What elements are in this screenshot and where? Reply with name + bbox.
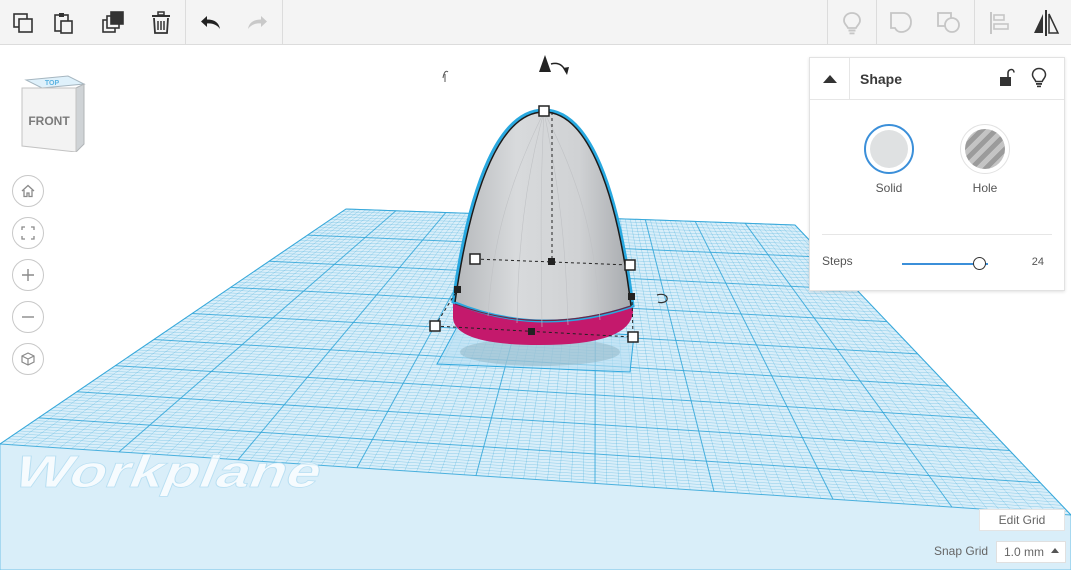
hide-shape-button[interactable] <box>1028 66 1050 90</box>
duplicate-button[interactable] <box>90 0 136 45</box>
trash-icon <box>152 10 170 34</box>
viewcube-top-label: TOP <box>45 80 60 87</box>
ungroup-button[interactable] <box>926 0 972 45</box>
mirror-icon <box>1034 9 1060 36</box>
zoom-out-icon <box>22 316 34 318</box>
undo-button[interactable] <box>188 0 234 45</box>
redo-button[interactable] <box>234 0 280 45</box>
collapse-panel-button[interactable] <box>810 58 850 99</box>
unlock-icon <box>1000 68 1015 86</box>
steps-label: Steps <box>822 254 853 268</box>
home-icon <box>21 184 35 198</box>
view-cube[interactable]: TOP FRONT <box>18 72 88 154</box>
group-button[interactable] <box>878 0 924 45</box>
lock-button[interactable] <box>996 66 1018 90</box>
inspector-divider <box>822 234 1052 235</box>
chevron-up-icon <box>822 74 837 83</box>
handle-bottom[interactable] <box>528 328 535 335</box>
handle-top[interactable] <box>538 105 550 117</box>
fit-view-icon <box>21 226 35 240</box>
toolbar-divider <box>827 0 828 45</box>
main-toolbar <box>0 0 1071 45</box>
mirror-button[interactable] <box>1023 0 1069 45</box>
handle-corner-left[interactable] <box>429 320 441 332</box>
snap-grid-label: Snap Grid <box>934 544 989 558</box>
solid-option[interactable]: Solid <box>857 124 921 204</box>
viewcube-right-face[interactable] <box>75 83 85 154</box>
delete-button[interactable] <box>138 0 184 45</box>
snap-grid-select[interactable]: 1.0 mm <box>996 541 1066 563</box>
zoom-out-button[interactable] <box>12 301 44 333</box>
handle-side-left[interactable] <box>454 286 461 293</box>
hole-label: Hole <box>972 181 998 195</box>
handle-side-right[interactable] <box>628 293 635 300</box>
note-bulb-icon <box>843 11 861 34</box>
hole-swatch[interactable] <box>960 124 1010 174</box>
solid-swatch[interactable] <box>864 124 914 174</box>
handle-center[interactable] <box>548 258 555 265</box>
redo-icon <box>248 15 267 29</box>
toolbar-divider <box>282 0 283 45</box>
group-icon <box>890 11 912 33</box>
notes-button[interactable] <box>829 0 875 45</box>
paste-icon <box>54 12 73 34</box>
solid-label: Solid <box>875 181 903 195</box>
align-button[interactable] <box>976 0 1022 45</box>
undo-icon <box>201 15 220 29</box>
copy-icon <box>13 12 33 33</box>
workplane-watermark: Workplane <box>6 447 332 497</box>
ungroup-icon <box>937 11 960 33</box>
edit-grid-button[interactable]: Edit Grid <box>979 509 1065 531</box>
align-icon <box>990 11 1009 34</box>
paraboloid-shape[interactable] <box>451 108 635 323</box>
shape-inspector-panel: Shape Solid Hole Steps 24 <box>809 57 1065 291</box>
perspective-icon <box>21 352 35 366</box>
hole-option[interactable]: Hole <box>953 124 1017 204</box>
toolbar-divider <box>876 0 877 45</box>
duplicate-icon <box>102 10 124 33</box>
paste-button[interactable] <box>40 0 86 45</box>
zoom-in-button[interactable] <box>12 259 44 291</box>
handle-corner-right[interactable] <box>627 331 639 343</box>
caret-up-icon <box>1051 548 1059 553</box>
lightbulb-icon <box>1031 67 1047 88</box>
zoom-in-icon <box>22 269 34 281</box>
rotate-handle-top[interactable] <box>442 70 449 82</box>
handle-mid-right[interactable] <box>624 259 636 271</box>
inspector-title: Shape <box>860 71 903 87</box>
handle-mid-left[interactable] <box>469 253 481 265</box>
home-view-button[interactable] <box>12 175 44 207</box>
steps-slider-thumb[interactable] <box>972 257 986 270</box>
lift-cone-handle[interactable] <box>539 55 569 75</box>
tinkercad-editor: Workplane TOP FRONT Shape Solid Hole Ste… <box>0 0 1071 570</box>
fit-view-button[interactable] <box>12 217 44 249</box>
perspective-toggle-button[interactable] <box>12 343 44 375</box>
toolbar-divider <box>974 0 975 45</box>
toolbar-divider <box>185 0 186 45</box>
steps-value[interactable]: 24 <box>1010 256 1044 268</box>
viewcube-front-label: FRONT <box>28 114 70 128</box>
snap-grid-value: 1.0 mm <box>1004 545 1045 559</box>
inspector-header: Shape <box>810 58 1064 100</box>
